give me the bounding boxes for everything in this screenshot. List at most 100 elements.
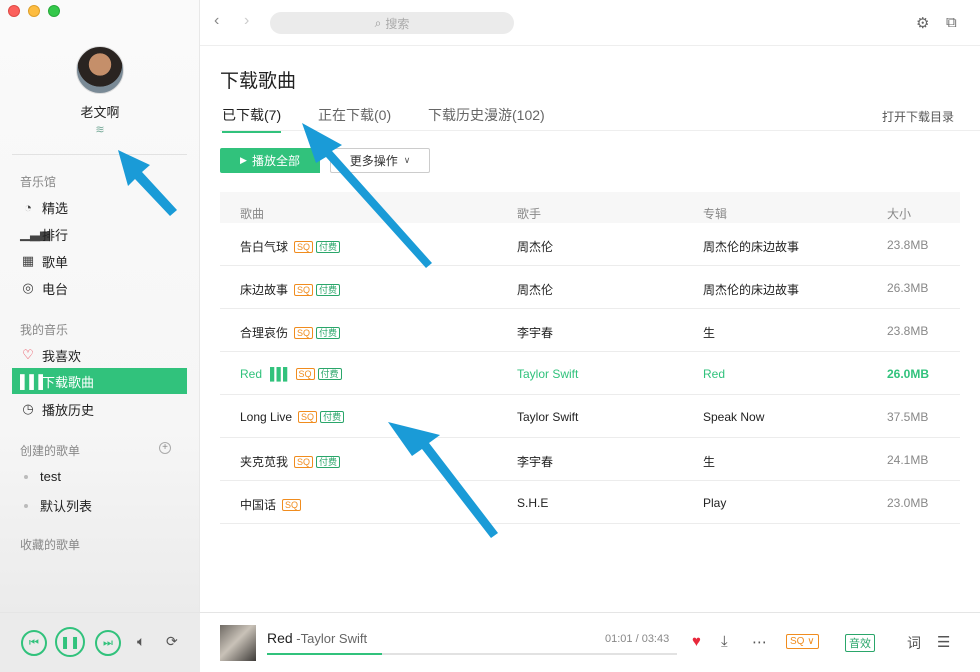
search-placeholder: 搜索: [385, 16, 410, 31]
username[interactable]: 老文啊: [0, 102, 200, 121]
sidebar-item-label: 电台: [42, 281, 69, 297]
column-header-size[interactable]: 大小: [887, 205, 911, 222]
tab-downloaded[interactable]: 已下载(7): [222, 105, 282, 133]
maximize-window-button[interactable]: [48, 5, 60, 17]
artist-cell[interactable]: Taylor Swift: [517, 367, 578, 381]
song-title-cell: Long Live SQ 付费: [240, 410, 345, 424]
table-row[interactable]: Red ▌▌▌ SQ 付费 Taylor Swift Red 26.0MB: [220, 352, 960, 395]
paid-badge: 付费: [316, 283, 341, 296]
album-cell[interactable]: Play: [703, 496, 726, 510]
table-row[interactable]: 合理哀伤 SQ 付费 李宇春 生 23.8MB: [220, 309, 960, 352]
sidebar-item-featured[interactable]: ◔ 精选: [12, 194, 187, 220]
table-row[interactable]: 中国话 SQ S.H.E Play 23.0MB: [220, 481, 960, 524]
sidebar-item-radio[interactable]: ◎ 电台: [12, 275, 187, 301]
settings-gear-icon[interactable]: ⚙: [916, 14, 929, 32]
album-cover[interactable]: [220, 625, 256, 661]
paid-badge: 付费: [316, 455, 341, 468]
page-title: 下载歌曲: [220, 71, 297, 92]
size-cell: 24.1MB: [887, 453, 929, 467]
column-header-album[interactable]: 专辑: [703, 205, 727, 222]
artist-cell[interactable]: 李宇春: [517, 453, 553, 470]
play-icon: ▶: [240, 155, 247, 165]
volume-icon[interactable]: 🔈︎: [137, 633, 145, 650]
song-title-cell: 夹克苋我 SQ 付费: [240, 453, 341, 470]
tab-download-history[interactable]: 下载历史漫游(102): [428, 105, 545, 131]
album-cell[interactable]: Speak Now: [703, 410, 764, 424]
playlist-item[interactable]: 默认列表: [24, 496, 92, 515]
column-header-artist[interactable]: 歌手: [517, 205, 541, 222]
table-row[interactable]: Long Live SQ 付费 Taylor Swift Speak Now 37.5MB: [220, 395, 960, 438]
avatar[interactable]: [76, 46, 124, 94]
artist-cell[interactable]: 周杰伦: [517, 281, 553, 298]
section-title-music-hall: 音乐馆: [20, 175, 57, 189]
minimize-window-button[interactable]: [28, 5, 40, 17]
song-title-cell: Red ▌▌▌ SQ 付费: [240, 367, 342, 381]
artist-cell[interactable]: Taylor Swift: [517, 410, 578, 424]
progress-bar[interactable]: [267, 653, 677, 655]
song-title-cell: 中国话 SQ: [240, 496, 302, 513]
sq-badge: SQ: [282, 498, 302, 511]
previous-track-button[interactable]: ⏮: [21, 630, 47, 656]
heart-icon: ♡: [22, 347, 34, 362]
heart-icon[interactable]: ♥: [692, 633, 701, 650]
open-download-dir-link[interactable]: 打开下载目录: [882, 108, 954, 125]
sidebar-item-label: 我喜欢: [42, 348, 82, 364]
album-cell[interactable]: 生: [703, 324, 715, 341]
pause-button[interactable]: ❚❚: [55, 627, 85, 657]
add-playlist-icon[interactable]: +: [159, 442, 171, 454]
search-icon: ⌕: [374, 15, 382, 30]
song-title: 合理哀伤: [240, 326, 289, 340]
sidebar-item-playlists[interactable]: ▦ 歌单: [12, 248, 187, 274]
next-track-button[interactable]: ⏭: [95, 630, 121, 656]
album-cell[interactable]: 生: [703, 453, 715, 470]
album-cell[interactable]: 周杰伦的床边故事: [703, 281, 799, 298]
lyrics-button[interactable]: 词: [907, 633, 921, 653]
more-actions-button[interactable]: 更多操作 ∨: [330, 148, 430, 173]
play-all-button[interactable]: ▶ 播放全部: [220, 148, 320, 173]
more-options-icon[interactable]: ⋯: [752, 633, 767, 651]
tab-downloading[interactable]: 正在下载(0): [318, 105, 391, 131]
playlist-item[interactable]: test: [24, 469, 61, 484]
album-cell[interactable]: Red: [703, 367, 725, 381]
download-bars-icon: ▌▌▌: [20, 373, 48, 389]
size-cell: 23.8MB: [887, 324, 929, 338]
artist-cell[interactable]: 李宇春: [517, 324, 553, 341]
now-playing-artist: -Taylor Swift: [292, 631, 368, 646]
album-cell[interactable]: 周杰伦的床边故事: [703, 238, 799, 255]
loop-mode-icon[interactable]: ⟳: [166, 633, 178, 650]
sidebar-item-downloads[interactable]: ▌▌▌ 下载歌曲: [12, 368, 187, 394]
search-input[interactable]: ⌕ 搜索: [270, 12, 514, 34]
close-window-button[interactable]: [8, 5, 20, 17]
featured-icon: ◔: [24, 199, 32, 215]
back-icon[interactable]: ‹: [214, 12, 219, 30]
now-playing-title[interactable]: Red -Taylor Swift: [267, 630, 367, 646]
playlist-queue-icon[interactable]: ☰: [937, 633, 950, 651]
topbar: ‹ › ⌕ 搜索 ⚙ ⧉: [200, 0, 980, 46]
sq-badge: SQ: [294, 240, 314, 253]
quality-select[interactable]: SQ ∨: [786, 634, 819, 649]
forward-icon[interactable]: ›: [244, 12, 249, 30]
sidebar-item-history[interactable]: ◷ 播放历史: [12, 396, 187, 422]
mini-mode-icon[interactable]: ⧉: [946, 14, 957, 31]
sidebar-item-favorites[interactable]: ♡ 我喜欢: [12, 342, 187, 368]
download-icon[interactable]: ⤓: [721, 633, 728, 650]
sidebar: 老文啊 ≋ 音乐馆 ◔ 精选 ▁▃▅ 排行 ▦ 歌单 ◎ 电台 我的音乐 ♡ 我…: [0, 0, 200, 612]
sidebar-item-label: 精选: [42, 200, 69, 216]
song-title: 床边故事: [240, 283, 289, 297]
column-header-song[interactable]: 歌曲: [240, 205, 264, 222]
sidebar-item-label: 歌单: [42, 254, 69, 270]
song-title-cell: 合理哀伤 SQ 付费: [240, 324, 341, 341]
table-row[interactable]: 床边故事 SQ 付费 周杰伦 周杰伦的床边故事 26.3MB: [220, 266, 960, 309]
table-row[interactable]: 夹克苋我 SQ 付费 李宇春 生 24.1MB: [220, 438, 960, 481]
sidebar-item-label: 排行: [42, 227, 69, 243]
table-header: 歌曲 歌手 专辑 大小: [220, 192, 960, 223]
table-row[interactable]: 告白气球 SQ 付费 周杰伦 周杰伦的床边故事 23.8MB: [220, 223, 960, 266]
song-title: Red: [240, 367, 263, 381]
artist-cell[interactable]: S.H.E: [517, 496, 548, 510]
song-title: 告白气球: [240, 240, 289, 254]
sound-effect-button[interactable]: 音效: [845, 634, 875, 652]
sidebar-item-ranking[interactable]: ▁▃▅ 排行: [12, 221, 187, 247]
song-title: 夹克苋我: [240, 455, 289, 469]
artist-cell[interactable]: 周杰伦: [517, 238, 553, 255]
vip-badge-icon[interactable]: ≋: [92, 124, 108, 136]
